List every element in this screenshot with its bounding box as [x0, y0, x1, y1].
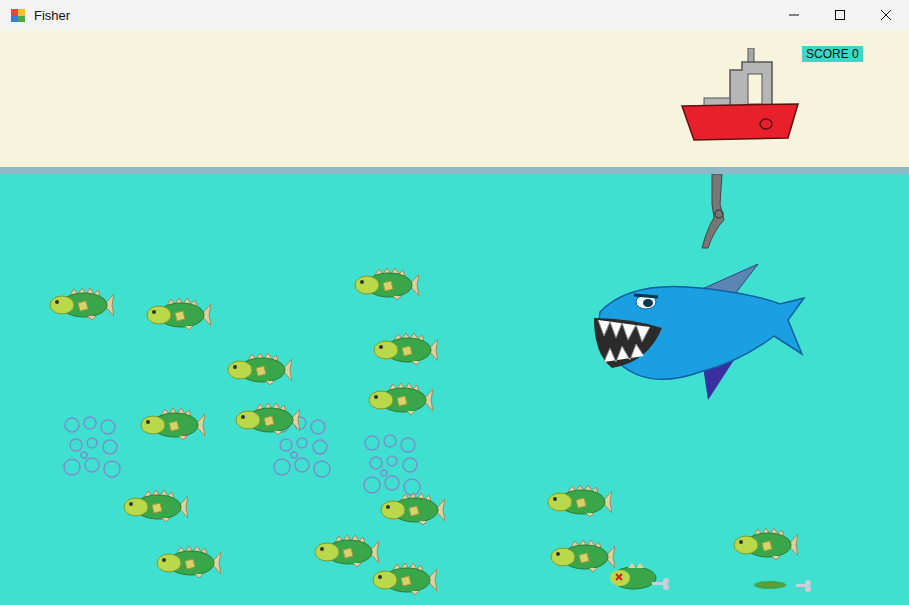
- fish: [608, 560, 670, 596]
- fishing-hook[interactable]: [700, 174, 730, 250]
- fish: [122, 487, 188, 523]
- fishing-hook-icon: [700, 174, 730, 250]
- dead-fish-icon: [608, 560, 670, 596]
- fish: [752, 578, 814, 596]
- app-icon: [10, 7, 26, 23]
- green-fish-icon: [48, 285, 114, 321]
- green-fish-icon: [353, 265, 419, 301]
- green-fish-icon: [732, 525, 798, 561]
- title-bar: Fisher: [0, 0, 909, 30]
- fish: [234, 400, 300, 436]
- fish: [367, 380, 433, 416]
- green-fish-icon: [145, 295, 211, 331]
- fish: [139, 405, 205, 441]
- fish: [732, 525, 798, 561]
- green-fish-icon: [139, 405, 205, 441]
- game-canvas[interactable]: SCORE 0: [0, 30, 909, 605]
- boat-icon: [680, 48, 800, 143]
- minimize-button[interactable]: [771, 0, 817, 30]
- fish: [145, 295, 211, 331]
- window-controls: [771, 0, 909, 30]
- maximize-button[interactable]: [817, 0, 863, 30]
- green-fish-icon: [122, 487, 188, 523]
- green-fish-icon: [226, 350, 292, 386]
- bubbles-icon: [362, 433, 426, 499]
- game-window: Fisher SCORE 0: [0, 0, 909, 605]
- fish: [371, 560, 437, 596]
- bubbles: [362, 433, 426, 499]
- fish: [226, 350, 292, 386]
- green-fish-icon: [234, 400, 300, 436]
- close-button[interactable]: [863, 0, 909, 30]
- maximize-icon: [835, 10, 845, 20]
- bubbles-icon: [62, 415, 126, 481]
- boat: [680, 48, 800, 143]
- minimize-icon: [789, 10, 799, 20]
- shark: [590, 262, 805, 402]
- green-fish-icon: [313, 532, 379, 568]
- fish: [546, 482, 612, 518]
- water-surface: [0, 167, 909, 174]
- score: SCORE 0: [802, 46, 863, 62]
- fish-bones-icon: [752, 578, 814, 596]
- bubbles: [62, 415, 126, 481]
- fish: [48, 285, 114, 321]
- fish: [353, 265, 419, 301]
- close-icon: [881, 10, 891, 20]
- green-fish-icon: [549, 537, 615, 573]
- fish: [313, 532, 379, 568]
- fish: [549, 537, 615, 573]
- green-fish-icon: [372, 330, 438, 366]
- green-fish-icon: [379, 490, 445, 526]
- green-fish-icon: [546, 482, 612, 518]
- window-title: Fisher: [34, 8, 771, 23]
- green-fish-icon: [155, 543, 221, 579]
- fish: [379, 490, 445, 526]
- green-fish-icon: [371, 560, 437, 596]
- fish: [372, 330, 438, 366]
- green-fish-icon: [367, 380, 433, 416]
- shark-icon: [590, 262, 805, 402]
- fish: [155, 543, 221, 579]
